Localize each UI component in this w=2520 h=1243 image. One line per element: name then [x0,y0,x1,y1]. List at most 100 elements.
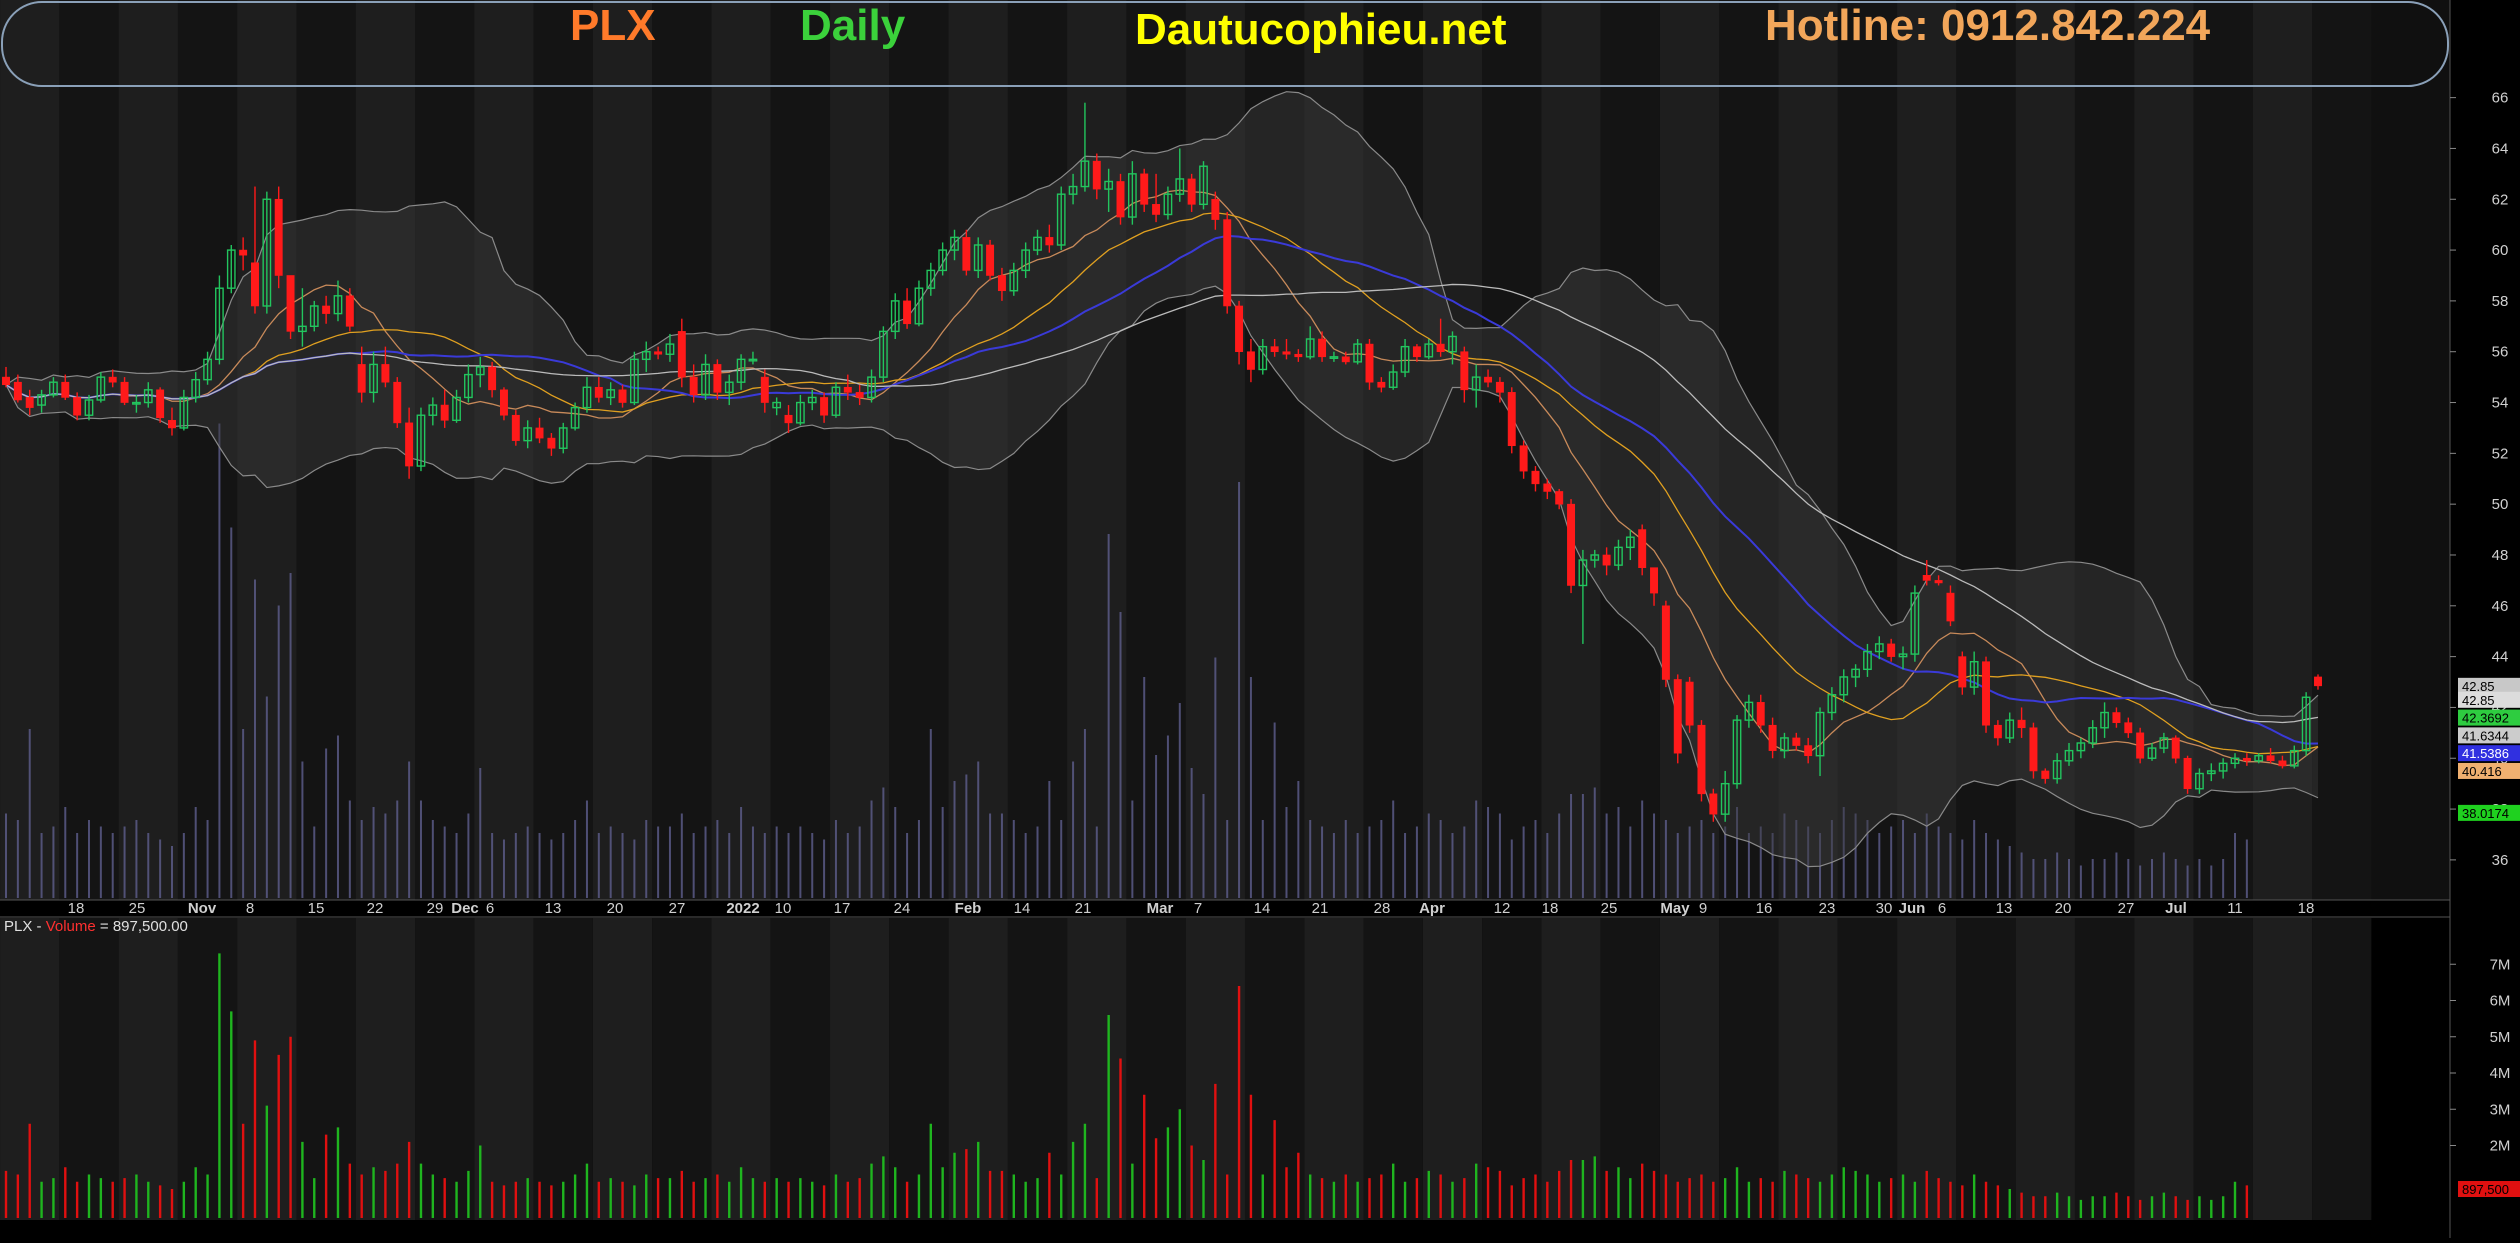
price-tick-label: 62 [2492,191,2509,208]
week-band [1422,0,1483,900]
candle-body [1804,745,1813,757]
candle-body [1638,529,1647,568]
candle-body [488,366,497,391]
date-tick-label: 25 [1601,900,1618,917]
value-tag: 42.85 [2458,677,2520,694]
price-tick-label: 56 [2492,344,2509,361]
candle-body [120,381,129,403]
candle-body [1543,483,1552,492]
candle-body [1567,503,1576,586]
date-tick-label: 20 [607,900,624,917]
candle-body [1270,346,1279,353]
date-tick-label: 18 [1542,900,1559,917]
week-band-volume [118,918,178,1220]
week-band [118,0,178,900]
candle-body [547,437,556,449]
candle [986,239,995,281]
date-tick-label: Feb [955,900,982,917]
volume-last-tag-label: 897,500 [2462,1182,2509,1197]
date-tick-label: 17 [834,900,851,917]
volume-tick-label: 7M [2490,956,2511,973]
price-tick-label: 64 [2492,140,2509,157]
candle-body [1946,592,1955,622]
candle-body [1282,351,1291,355]
value-tag: 40.416 [2458,762,2520,779]
candle-body [962,237,971,271]
candle-body [2017,719,2026,729]
price-tick-label: 58 [2492,293,2509,310]
date-tick-label: Nov [188,900,217,917]
candle [2029,722,2038,779]
candle-body [2029,727,2038,772]
value-tag: 38.0174 [2458,804,2520,821]
candle-body [1140,173,1149,205]
price-tick-label: 46 [2492,598,2509,615]
candle [393,377,402,428]
candle-body [1507,392,1516,447]
candle-body [2124,722,2133,734]
candle-body [1116,181,1125,218]
header-symbol: PLX [570,1,656,50]
candle-body [2314,676,2322,687]
candle-body [903,300,912,325]
candle-body [760,376,769,403]
candle-body [1792,737,1801,746]
date-tick-label: Dec [451,900,479,917]
value-tag: 41.5386 [2458,745,2520,762]
price-tick-label: 52 [2492,445,2509,462]
candle-body [381,364,390,383]
candle [2136,727,2145,764]
candle-body [1223,219,1232,307]
week-band-volume [592,918,653,1220]
volume-tick-label: 6M [2490,993,2511,1010]
candle [499,387,508,421]
candle [1673,674,1682,764]
candle-body [1484,376,1493,383]
candle-body [1697,724,1706,795]
candle-body [1887,643,1896,657]
week-band-volume [1007,918,1068,1220]
date-tick-label: May [1660,900,1690,917]
value-tag-label: 42.85 [2462,679,2495,694]
price-tick-label: 60 [2492,242,2509,259]
date-tick-label: 6 [486,900,494,917]
candle [286,275,295,340]
candle-body [1602,554,1611,566]
date-tick-label: 2022 [726,900,759,917]
week-band-volume [2074,918,2135,1220]
date-tick-label: 16 [1756,900,1773,917]
header-period: Daily [800,1,906,50]
date-tick-label: Jun [1899,900,1926,917]
date-tick-label: 7 [1194,900,1202,917]
date-tick-label: 20 [2055,900,2072,917]
candle-body [1092,160,1101,190]
candle-body [1756,702,1765,726]
candle-body [843,386,852,393]
chart-root: 36384042444648505254565860626466 42.8542… [0,0,2520,1238]
candle-body [274,198,283,276]
volume-legend: PLX - Volume = 897,500.00 [4,918,188,935]
date-tick-label: 10 [775,900,792,917]
candle-body [1365,343,1374,383]
candle-body [499,389,508,416]
price-tick-label: 48 [2492,547,2509,564]
candle [1567,499,1576,594]
date-tick-label: 21 [1075,900,1092,917]
candle-body [1235,305,1244,353]
week-band [1067,0,1127,900]
candle-body [73,397,82,416]
candle-body [654,351,663,355]
price-tick-label: 50 [2492,496,2509,513]
candle-body [997,275,1006,292]
week-band-volume [1659,918,1720,1220]
week-band [770,0,831,900]
week-band-volume [1304,918,1364,1220]
candle-body [108,376,117,383]
week-band-volume [1600,918,1660,1220]
candle-body [1152,204,1161,215]
value-tag-label: 41.5386 [2462,746,2509,761]
candle-body [2,376,10,386]
week-band-volume [2134,918,2194,1220]
week-band-volume [1482,918,1542,1220]
candle-body [2183,757,2192,790]
